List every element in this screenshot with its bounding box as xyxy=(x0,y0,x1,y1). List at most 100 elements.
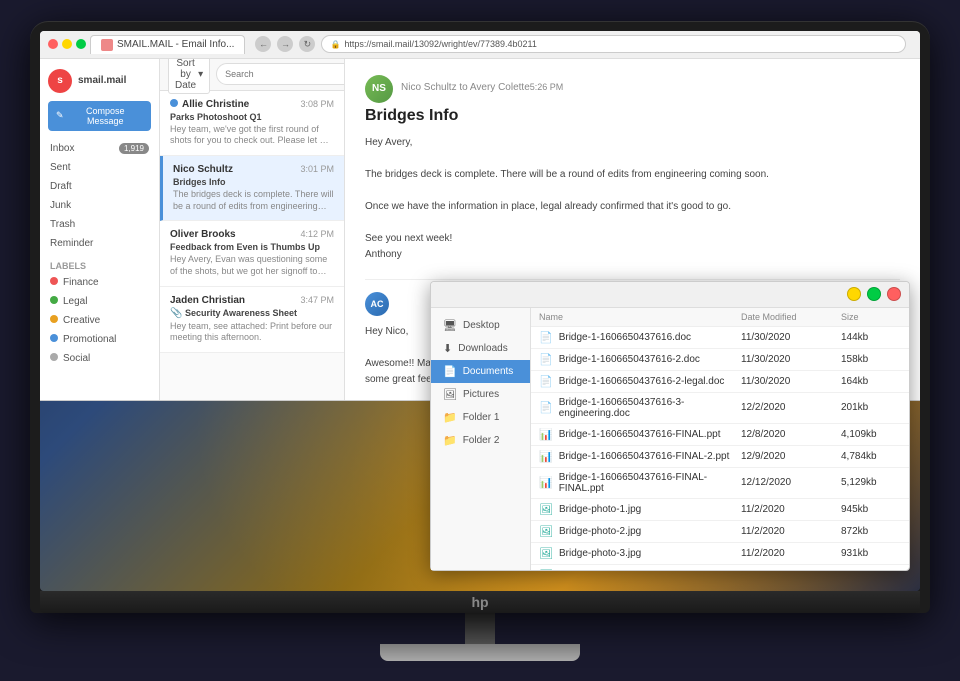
draft-label: Draft xyxy=(50,181,72,192)
sender-name: Allie Christine xyxy=(182,99,249,110)
signature: Anthony xyxy=(365,247,900,263)
tab-label: SMAIL.MAIL - Email Info... xyxy=(117,39,234,50)
file-item[interactable]: 📊Bridge-1-1606650437616-FINAL-2.ppt 12/9… xyxy=(531,446,909,468)
email-item-4[interactable]: Jaden Christian 3:47 PM 📎 Security Aware… xyxy=(160,287,344,353)
promotional-dot xyxy=(50,334,58,342)
email-time: 3:01 PM xyxy=(300,164,334,175)
file-item[interactable]: 📄Bridge-1-1606650437616-3-engineering.do… xyxy=(531,393,909,424)
folder1-icon: 📁 xyxy=(443,411,457,424)
address-bar[interactable]: 🔒 https://smail.mail/13092/wright/ev/773… xyxy=(321,35,906,53)
sidebar-item-creative[interactable]: Creative xyxy=(40,311,159,330)
email-item-3[interactable]: Oliver Brooks 4:12 PM Feedback from Even… xyxy=(160,221,344,286)
sender-name: Nico Schultz xyxy=(173,164,233,175)
file-sidebar-pictures[interactable]: 🖼 Pictures xyxy=(431,383,530,406)
file-item[interactable]: 📊Bridge-1-1606650437616-FINAL.ppt 12/8/2… xyxy=(531,424,909,446)
file-date: 11/30/2020 xyxy=(741,376,841,387)
file-sidebar-folder1[interactable]: 📁 Folder 1 xyxy=(431,406,530,429)
body-line2: Once we have the information in place, l… xyxy=(365,199,900,215)
sidebar-item-inbox[interactable]: Inbox 1,919 xyxy=(40,139,159,158)
sent-label: Sent xyxy=(50,162,71,173)
file-size: 164kb xyxy=(841,376,901,387)
sidebar-item-draft[interactable]: Draft xyxy=(40,177,159,196)
creative-dot xyxy=(50,315,58,323)
sign-off: See you next week! xyxy=(365,231,900,247)
sidebar-item-legal[interactable]: Legal xyxy=(40,292,159,311)
maximize-button[interactable] xyxy=(867,287,881,301)
close-window-btn[interactable] xyxy=(48,39,58,49)
sidebar-item-sent[interactable]: Sent xyxy=(40,158,159,177)
email-time: 3:08 PM xyxy=(300,99,334,110)
file-date: 12/9/2020 xyxy=(741,451,841,462)
file-sidebar: 🖥 Desktop ⬇ Downloads 📄 Documents 🖼 xyxy=(431,308,531,570)
body-line1: The bridges deck is complete. There will… xyxy=(365,167,900,183)
file-sidebar-folder2[interactable]: 📁 Folder 2 xyxy=(431,429,530,452)
browser-tab[interactable]: SMAIL.MAIL - Email Info... xyxy=(90,35,245,54)
file-name: 📊Bridge-1-1606650437616-FINAL.ppt xyxy=(539,428,741,441)
sort-label: Sort by Date xyxy=(175,59,196,91)
email-preview: Hey team, we've got the first round of s… xyxy=(170,124,334,147)
file-date: 11/2/2020 xyxy=(741,504,841,515)
email-item-1[interactable]: Allie Christine 3:08 PM Parks Photoshoot… xyxy=(160,91,344,156)
documents-icon: 📄 xyxy=(443,365,457,378)
folder2-icon: 📁 xyxy=(443,434,457,447)
sidebar-item-promotional[interactable]: Promotional xyxy=(40,330,159,349)
doc-icon: 📄 xyxy=(539,331,553,344)
downloads-label: Downloads xyxy=(458,343,507,354)
social-label: Social xyxy=(63,353,90,364)
legal-label: Legal xyxy=(63,296,87,307)
forward-button[interactable]: → xyxy=(277,36,293,52)
minimize-button[interactable] xyxy=(847,287,861,301)
sidebar-item-finance[interactable]: Finance xyxy=(40,273,159,292)
back-button[interactable]: ← xyxy=(255,36,271,52)
monitor-base xyxy=(380,644,580,660)
creative-label: Creative xyxy=(63,315,100,326)
junk-label: Junk xyxy=(50,200,71,211)
file-item[interactable]: 📄Bridge-1-1606650437616.doc 11/30/2020 1… xyxy=(531,327,909,349)
file-name: 📄Bridge-1-1606650437616-2-legal.doc xyxy=(539,375,741,388)
file-sidebar-documents[interactable]: 📄 Documents xyxy=(431,360,530,383)
email-list-toolbar: Sort by Date ▾ 🔍 🗑 ↩ ↪ ⚑ xyxy=(160,59,344,91)
sidebar-item-social[interactable]: Social xyxy=(40,349,159,368)
app-logo-icon: s xyxy=(48,69,72,93)
file-size: 144kb xyxy=(841,332,901,343)
email-subject: Feedback from Even is Thumbs Up xyxy=(170,242,334,252)
ppt-icon: 📊 xyxy=(539,450,553,463)
sidebar-item-junk[interactable]: Junk xyxy=(40,196,159,215)
file-item[interactable]: 📊Bridge-1-1606650437616-FINAL-FINAL.ppt … xyxy=(531,468,909,499)
file-item[interactable]: 🖼Bridge-photo-3.jpg 11/2/2020 931kb xyxy=(531,543,909,565)
email-preview: The bridges deck is complete. There will… xyxy=(173,189,334,212)
finance-dot xyxy=(50,277,58,285)
doc-icon: 📄 xyxy=(539,401,553,414)
file-sidebar-desktop[interactable]: 🖥 Desktop xyxy=(431,314,530,337)
file-sidebar-downloads[interactable]: ⬇ Downloads xyxy=(431,337,530,360)
minimize-window-btn[interactable] xyxy=(62,39,72,49)
social-dot xyxy=(50,353,58,361)
logo-area: s smail.mail xyxy=(40,65,159,101)
ppt-icon: 📊 xyxy=(539,428,553,441)
img-icon: 🖼 xyxy=(539,569,553,570)
search-input[interactable] xyxy=(216,63,345,85)
greeting: Hey Avery, xyxy=(365,135,900,151)
file-item[interactable]: 🖼Bridge-photo-2.jpg 11/2/2020 872kb xyxy=(531,521,909,543)
close-button[interactable] xyxy=(887,287,901,301)
file-item[interactable]: 🖼Bridge-photo-4.jpg 11/2/2020 713kb xyxy=(531,565,909,570)
labels-section-heading: Labels xyxy=(40,253,159,273)
file-size: 201kb xyxy=(841,402,901,413)
file-item[interactable]: 🖼Bridge-photo-1.jpg 11/2/2020 945kb xyxy=(531,499,909,521)
col-date: Date Modified xyxy=(741,312,841,322)
file-item[interactable]: 📄Bridge-1-1606650437616-2-legal.doc 11/3… xyxy=(531,371,909,393)
sort-button[interactable]: Sort by Date ▾ xyxy=(168,59,210,94)
img-icon: 🖼 xyxy=(539,547,553,560)
legal-dot xyxy=(50,296,58,304)
sidebar-item-trash[interactable]: Trash xyxy=(40,215,159,234)
file-manager-window: 🖥 Desktop ⬇ Downloads 📄 Documents 🖼 xyxy=(430,281,910,571)
file-date: 12/12/2020 xyxy=(741,477,841,488)
monitor: SMAIL.MAIL - Email Info... ← → ↻ 🔒 https… xyxy=(30,21,930,613)
refresh-button[interactable]: ↻ xyxy=(299,36,315,52)
compose-button[interactable]: Compose Message xyxy=(48,101,151,131)
sidebar-item-reminder[interactable]: Reminder xyxy=(40,234,159,253)
screen: SMAIL.MAIL - Email Info... ← → ↻ 🔒 https… xyxy=(40,31,920,591)
file-item[interactable]: 📄Bridge-1-1606650437616-2.doc 11/30/2020… xyxy=(531,349,909,371)
email-item-2[interactable]: Nico Schultz 3:01 PM Bridges Info The br… xyxy=(160,156,344,221)
maximize-window-btn[interactable] xyxy=(76,39,86,49)
